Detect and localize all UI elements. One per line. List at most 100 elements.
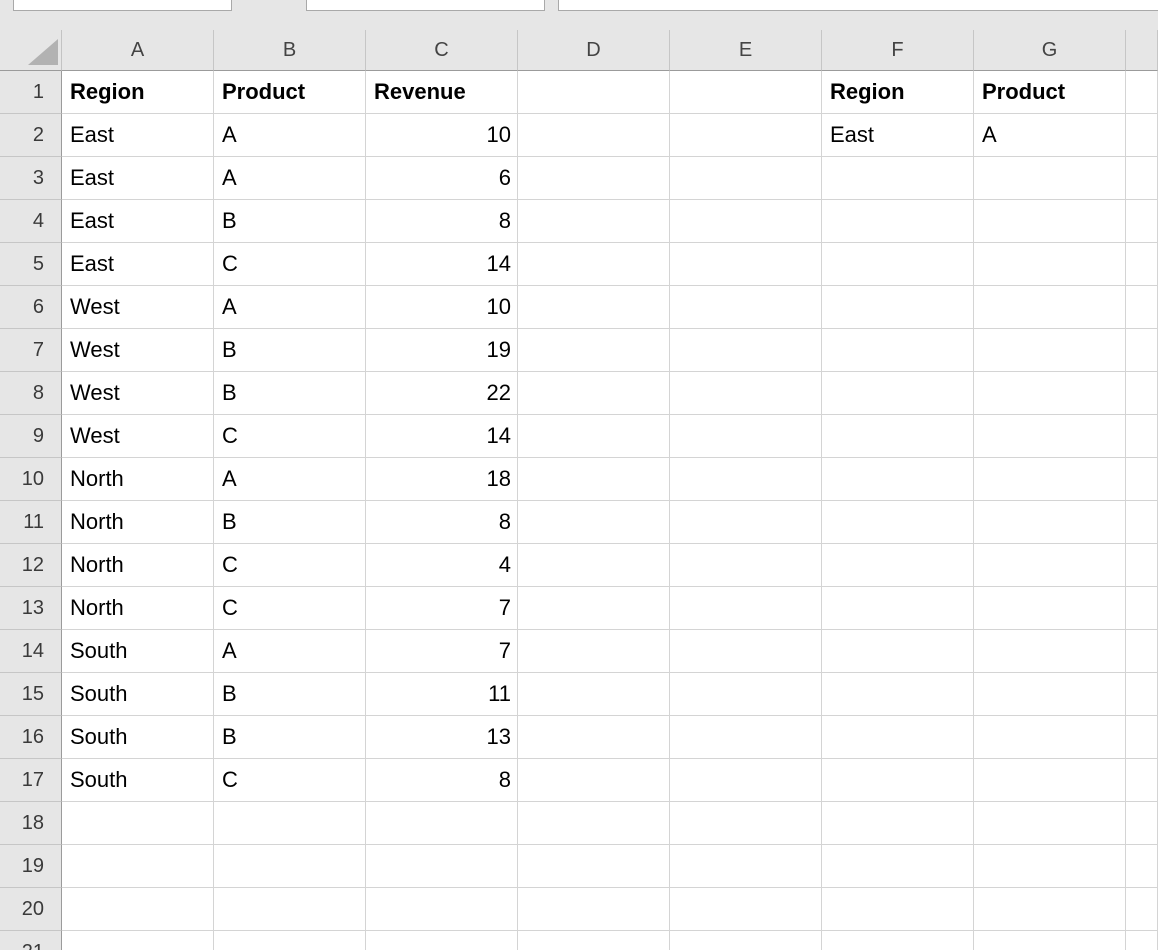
cell-f4[interactable] [822, 200, 974, 243]
cell-b4[interactable]: B [214, 200, 366, 243]
select-all-corner[interactable] [0, 30, 62, 71]
cell-b19[interactable] [214, 845, 366, 888]
row-header-2[interactable]: 2 [0, 114, 62, 157]
name-box[interactable] [13, 0, 232, 11]
cell-c15[interactable]: 11 [366, 673, 518, 716]
cell-d19[interactable] [518, 845, 670, 888]
cell-b14[interactable]: A [214, 630, 366, 673]
cell-c21[interactable] [366, 931, 518, 950]
cell-c1[interactable]: Revenue [366, 71, 518, 114]
cell-c2[interactable]: 10 [366, 114, 518, 157]
cell-e7[interactable] [670, 329, 822, 372]
cell-d17[interactable] [518, 759, 670, 802]
row-header-12[interactable]: 12 [0, 544, 62, 587]
cell-d14[interactable] [518, 630, 670, 673]
cell-g9[interactable] [974, 415, 1126, 458]
cell-c5[interactable]: 14 [366, 243, 518, 286]
cell-a13[interactable]: North [62, 587, 214, 630]
column-header-g[interactable]: G [974, 30, 1126, 71]
cell-partial-18[interactable] [1126, 802, 1158, 845]
cell-partial-2[interactable] [1126, 114, 1158, 157]
cell-a16[interactable]: South [62, 716, 214, 759]
cell-g20[interactable] [974, 888, 1126, 931]
cell-d21[interactable] [518, 931, 670, 950]
cell-g12[interactable] [974, 544, 1126, 587]
cell-c7[interactable]: 19 [366, 329, 518, 372]
cell-d16[interactable] [518, 716, 670, 759]
cell-c14[interactable]: 7 [366, 630, 518, 673]
cell-g1[interactable]: Product [974, 71, 1126, 114]
cell-partial-1[interactable] [1126, 71, 1158, 114]
column-header-a[interactable]: A [62, 30, 214, 71]
cell-e10[interactable] [670, 458, 822, 501]
cell-e6[interactable] [670, 286, 822, 329]
column-header-d[interactable]: D [518, 30, 670, 71]
cell-c9[interactable]: 14 [366, 415, 518, 458]
row-header-1[interactable]: 1 [0, 71, 62, 114]
cell-e21[interactable] [670, 931, 822, 950]
formula-bar-fx-box[interactable] [306, 0, 545, 11]
cell-b20[interactable] [214, 888, 366, 931]
formula-bar[interactable] [558, 0, 1158, 11]
cell-f9[interactable] [822, 415, 974, 458]
cell-f13[interactable] [822, 587, 974, 630]
cell-partial-7[interactable] [1126, 329, 1158, 372]
cell-e14[interactable] [670, 630, 822, 673]
cell-b6[interactable]: A [214, 286, 366, 329]
cell-g18[interactable] [974, 802, 1126, 845]
cell-f11[interactable] [822, 501, 974, 544]
cell-b1[interactable]: Product [214, 71, 366, 114]
cell-c20[interactable] [366, 888, 518, 931]
cell-e20[interactable] [670, 888, 822, 931]
cell-e9[interactable] [670, 415, 822, 458]
cell-c10[interactable]: 18 [366, 458, 518, 501]
column-header-f[interactable]: F [822, 30, 974, 71]
cell-b16[interactable]: B [214, 716, 366, 759]
cell-a8[interactable]: West [62, 372, 214, 415]
row-header-19[interactable]: 19 [0, 845, 62, 888]
cell-b2[interactable]: A [214, 114, 366, 157]
cell-g10[interactable] [974, 458, 1126, 501]
cell-f12[interactable] [822, 544, 974, 587]
cell-d9[interactable] [518, 415, 670, 458]
cell-partial-14[interactable] [1126, 630, 1158, 673]
cell-partial-10[interactable] [1126, 458, 1158, 501]
row-header-13[interactable]: 13 [0, 587, 62, 630]
cell-e2[interactable] [670, 114, 822, 157]
cell-partial-6[interactable] [1126, 286, 1158, 329]
cell-b7[interactable]: B [214, 329, 366, 372]
cell-d4[interactable] [518, 200, 670, 243]
cell-a3[interactable]: East [62, 157, 214, 200]
cell-g13[interactable] [974, 587, 1126, 630]
cell-d6[interactable] [518, 286, 670, 329]
row-header-8[interactable]: 8 [0, 372, 62, 415]
cell-g11[interactable] [974, 501, 1126, 544]
row-header-10[interactable]: 10 [0, 458, 62, 501]
row-header-4[interactable]: 4 [0, 200, 62, 243]
cell-d5[interactable] [518, 243, 670, 286]
cell-b11[interactable]: B [214, 501, 366, 544]
cell-f20[interactable] [822, 888, 974, 931]
cell-partial-15[interactable] [1126, 673, 1158, 716]
row-header-5[interactable]: 5 [0, 243, 62, 286]
cell-f7[interactable] [822, 329, 974, 372]
cell-e3[interactable] [670, 157, 822, 200]
cell-c17[interactable]: 8 [366, 759, 518, 802]
cell-a12[interactable]: North [62, 544, 214, 587]
cell-partial-9[interactable] [1126, 415, 1158, 458]
cell-b10[interactable]: A [214, 458, 366, 501]
row-header-17[interactable]: 17 [0, 759, 62, 802]
cell-partial-13[interactable] [1126, 587, 1158, 630]
cell-c13[interactable]: 7 [366, 587, 518, 630]
cell-a6[interactable]: West [62, 286, 214, 329]
cell-f19[interactable] [822, 845, 974, 888]
cell-g7[interactable] [974, 329, 1126, 372]
cell-partial-4[interactable] [1126, 200, 1158, 243]
cell-b3[interactable]: A [214, 157, 366, 200]
cell-c18[interactable] [366, 802, 518, 845]
cell-g3[interactable] [974, 157, 1126, 200]
cell-a5[interactable]: East [62, 243, 214, 286]
cell-d10[interactable] [518, 458, 670, 501]
cell-partial-11[interactable] [1126, 501, 1158, 544]
cell-d11[interactable] [518, 501, 670, 544]
